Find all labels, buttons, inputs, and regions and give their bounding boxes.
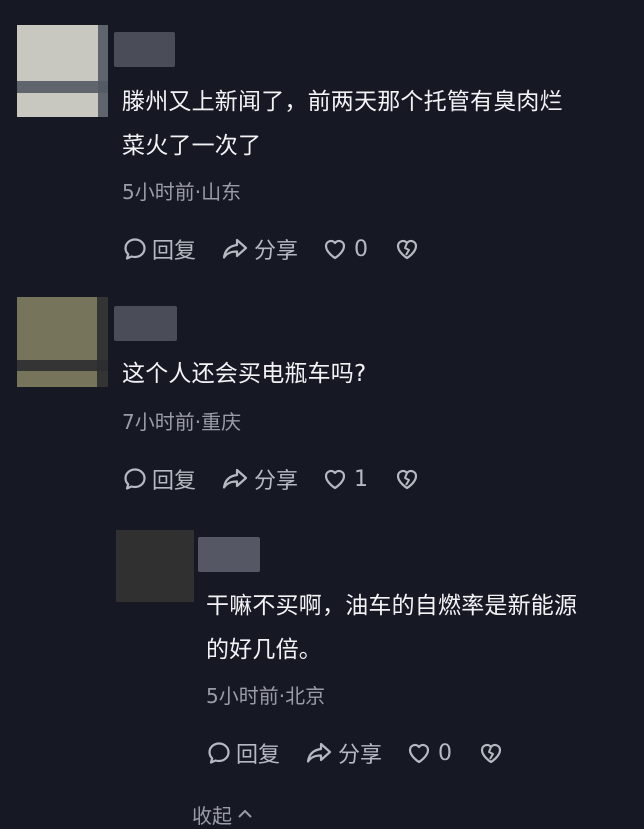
comment-bubble-icon	[124, 468, 146, 490]
avatar-stripe-horizontal	[17, 360, 108, 371]
share-arrow-icon	[306, 742, 332, 763]
username-redacted[interactable]	[114, 32, 175, 67]
avatar-stripe-vertical	[97, 297, 108, 387]
heart-icon	[324, 239, 346, 260]
dislike-button[interactable]	[394, 467, 420, 491]
share-button[interactable]: 分享	[304, 737, 382, 769]
like-count: 0	[354, 236, 369, 262]
share-arrow-icon	[222, 468, 248, 489]
comment-text-line: 菜火了一次了	[122, 133, 262, 159]
reply-button[interactable]: 回复	[206, 737, 280, 769]
collapse-label: 收起	[192, 803, 232, 828]
comment-text: 干嘛不买啊，油车的自燃率是新能源 的好几倍。	[206, 584, 577, 672]
username-redacted[interactable]	[198, 537, 260, 572]
avatar-stripe-horizontal	[17, 81, 108, 93]
reply-label: 回复	[236, 743, 281, 768]
comment-meta: 5小时前·北京	[206, 684, 326, 708]
comment-text-line: 干嘛不买啊，油车的自燃率是新能源	[206, 593, 578, 619]
dislike-button[interactable]	[478, 741, 504, 765]
share-button[interactable]: 分享	[220, 463, 298, 495]
avatar[interactable]	[116, 530, 194, 602]
comment-actions: 回复 分享 1	[122, 462, 444, 496]
share-label: 分享	[254, 469, 299, 494]
like-count: 1	[354, 466, 369, 492]
reply-label: 回复	[152, 469, 197, 494]
comment-meta: 7小时前·重庆	[122, 410, 242, 434]
chevron-up-icon	[238, 809, 252, 818]
share-label: 分享	[254, 239, 299, 264]
comment-text-line: 这个人还会买电瓶车吗?	[122, 361, 367, 387]
comment-text: 滕州又上新闻了，前两天那个托管有臭肉烂 菜火了一次了	[122, 80, 563, 168]
like-button[interactable]: 0	[322, 237, 368, 262]
comment-actions: 回复 分享 0	[122, 232, 444, 266]
broken-heart-icon	[396, 239, 418, 260]
share-label: 分享	[338, 743, 383, 768]
avatar[interactable]	[17, 297, 108, 387]
share-button[interactable]: 分享	[220, 233, 298, 265]
share-arrow-icon	[222, 238, 248, 259]
avatar[interactable]	[17, 25, 108, 117]
comment-bubble-icon	[208, 742, 230, 764]
heart-icon	[408, 743, 430, 764]
comment-text-line: 的好几倍。	[206, 637, 322, 663]
like-count: 0	[438, 740, 453, 766]
comment-actions: 回复 分享 0	[206, 736, 528, 770]
like-button[interactable]: 0	[406, 741, 452, 766]
dislike-button[interactable]	[394, 237, 420, 261]
heart-icon	[324, 469, 346, 490]
comment-bubble-icon	[124, 238, 146, 260]
comment-text-line: 滕州又上新闻了，前两天那个托管有臭肉烂	[122, 89, 563, 115]
username-redacted[interactable]	[114, 306, 177, 341]
reply-button[interactable]: 回复	[122, 233, 196, 265]
reply-button[interactable]: 回复	[122, 463, 196, 495]
collapse-replies-button[interactable]: 收起	[192, 802, 254, 828]
comment-meta: 5小时前·山东	[122, 180, 242, 204]
like-button[interactable]: 1	[322, 467, 368, 492]
comment-text: 这个人还会买电瓶车吗?	[122, 352, 366, 396]
broken-heart-icon	[396, 469, 418, 490]
broken-heart-icon	[480, 743, 502, 764]
avatar-stripe-vertical	[98, 25, 108, 117]
reply-label: 回复	[152, 239, 197, 264]
